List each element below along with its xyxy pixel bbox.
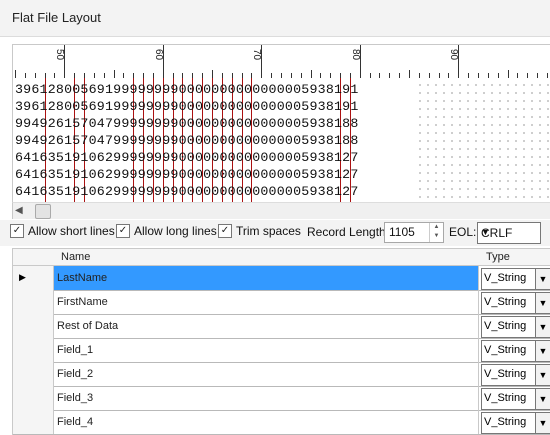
chevron-down-icon: ▼ [481, 227, 490, 237]
field-type-select[interactable]: V_String ▼ [481, 412, 550, 434]
field-name-cell[interactable]: LastName [54, 266, 479, 290]
record-length-value: 1105 [389, 225, 415, 239]
field-type-select[interactable]: V_String ▼ [481, 292, 550, 314]
trim-spaces-checkbox[interactable]: ✓ Trim spaces [218, 224, 301, 238]
empty-area [414, 78, 550, 202]
data-preview[interactable]: 3961280056919999999900000000000000059381… [12, 78, 550, 202]
field-row[interactable]: ▶ LastName V_String ▼ [13, 266, 550, 291]
fields-grid: Name Type ▶ LastName V_String ▼ FirstName V_S… [12, 248, 550, 435]
record-length-label: Record Length: [307, 225, 390, 239]
field-type-value: V_String [484, 392, 527, 404]
chevron-down-icon[interactable]: ▼ [535, 365, 550, 385]
options-bar: ✓ Allow short lines ✓ Allow long lines ✓… [0, 220, 550, 246]
eol-label: EOL: [449, 225, 477, 239]
field-name-cell[interactable]: Field_2 [54, 362, 479, 386]
field-type-value: V_String [484, 368, 527, 380]
chevron-down-icon[interactable]: ▼ [535, 389, 550, 409]
field-row[interactable]: Rest of Data V_String ▼ [13, 314, 550, 339]
column-header-type[interactable]: Type [486, 251, 510, 263]
field-type-value: V_String [484, 416, 527, 428]
field-name-cell[interactable]: Rest of Data [54, 314, 479, 338]
field-type-cell: V_String ▼ [480, 314, 550, 338]
chevron-down-icon[interactable]: ▼ [535, 293, 550, 313]
row-selector[interactable] [13, 386, 54, 410]
field-type-value: V_String [484, 296, 527, 308]
record-length-stepper[interactable]: ▲ ▼ [429, 223, 443, 242]
ruler-label: 60 [152, 49, 164, 61]
field-type-select[interactable]: V_String ▼ [481, 364, 550, 386]
data-row: 9949261570479999999900000000000000059381… [15, 133, 359, 148]
record-length-input[interactable]: 1105 ▲ ▼ [384, 222, 444, 243]
data-row: 6416351910629999999900000000000000059381… [15, 167, 359, 182]
ruler-label: 70 [251, 49, 263, 61]
field-row[interactable]: Field_3 V_String ▼ [13, 386, 550, 411]
trim-spaces-label: Trim spaces [236, 224, 301, 238]
chevron-down-icon[interactable]: ▼ [535, 413, 550, 433]
row-selector[interactable] [13, 362, 54, 386]
row-selector[interactable] [13, 290, 54, 314]
scroll-left-icon[interactable]: ◀ [15, 205, 23, 216]
field-row[interactable]: Field_2 V_String ▼ [13, 362, 550, 387]
ruler-label: 90 [448, 49, 460, 61]
field-type-value: V_String [484, 272, 527, 284]
field-type-cell: V_String ▼ [480, 266, 550, 290]
chevron-down-icon[interactable]: ▼ [535, 269, 550, 289]
field-row[interactable]: FirstName V_String ▼ [13, 290, 550, 315]
field-type-select[interactable]: V_String ▼ [481, 340, 550, 362]
check-icon: ✓ [10, 224, 24, 238]
column-header-name[interactable]: Name [61, 251, 90, 263]
grid-header: Name Type [13, 249, 550, 266]
row-selector[interactable] [13, 314, 54, 338]
check-icon: ✓ [116, 224, 130, 238]
field-type-value: V_String [484, 344, 527, 356]
field-type-select[interactable]: V_String ▼ [481, 268, 550, 290]
spin-down-icon[interactable]: ▼ [430, 232, 443, 241]
field-type-value: V_String [484, 320, 527, 332]
ruler-label: 80 [349, 49, 361, 61]
field-name-cell[interactable]: Field_3 [54, 386, 479, 410]
chevron-down-icon[interactable]: ▼ [535, 341, 550, 361]
row-selector[interactable]: ▶ [13, 266, 54, 290]
eol-select[interactable]: CRLF ▼ [477, 222, 541, 244]
field-name-cell[interactable]: Field_1 [54, 338, 479, 362]
allow-short-lines-checkbox[interactable]: ✓ Allow short lines [10, 224, 115, 238]
allow-long-lines-label: Allow long lines [134, 224, 217, 238]
data-row: 6416351910629999999900000000000000059381… [15, 150, 359, 165]
allow-long-lines-checkbox[interactable]: ✓ Allow long lines [116, 224, 217, 238]
field-type-cell: V_String ▼ [480, 290, 550, 314]
field-type-cell: V_String ▼ [480, 410, 550, 434]
scroll-thumb[interactable] [35, 204, 51, 219]
check-icon: ✓ [218, 224, 232, 238]
data-row: 3961280056919999999900000000000000059381… [15, 99, 359, 114]
field-type-cell: V_String ▼ [480, 338, 550, 362]
field-name-cell[interactable]: Field_4 [54, 410, 479, 434]
data-row: 3961280056919999999900000000000000059381… [15, 82, 359, 97]
data-row: 6416351910629999999900000000000000059381… [15, 184, 359, 199]
row-selector[interactable] [13, 410, 54, 434]
window-title: Flat File Layout [12, 10, 101, 25]
column-ruler: 50 60 70 80 90 [12, 44, 550, 79]
current-row-icon: ▶ [19, 272, 26, 282]
field-type-cell: V_String ▼ [480, 386, 550, 410]
field-type-select[interactable]: V_String ▼ [481, 316, 550, 338]
field-row[interactable]: Field_1 V_String ▼ [13, 338, 550, 363]
field-row[interactable]: Field_4 V_String ▼ [13, 410, 550, 435]
field-type-cell: V_String ▼ [480, 362, 550, 386]
field-name-cell[interactable]: FirstName [54, 290, 479, 314]
data-row: 9949261570479999999900000000000000059381… [15, 116, 359, 131]
chevron-down-icon[interactable]: ▼ [535, 317, 550, 337]
row-selector[interactable] [13, 338, 54, 362]
spin-up-icon[interactable]: ▲ [430, 223, 443, 232]
title-bar: Flat File Layout [0, 0, 550, 37]
field-type-select[interactable]: V_String ▼ [481, 388, 550, 410]
horizontal-scrollbar[interactable]: ◀ [12, 202, 550, 219]
ruler-label: 50 [54, 49, 66, 61]
allow-short-lines-label: Allow short lines [28, 224, 115, 238]
